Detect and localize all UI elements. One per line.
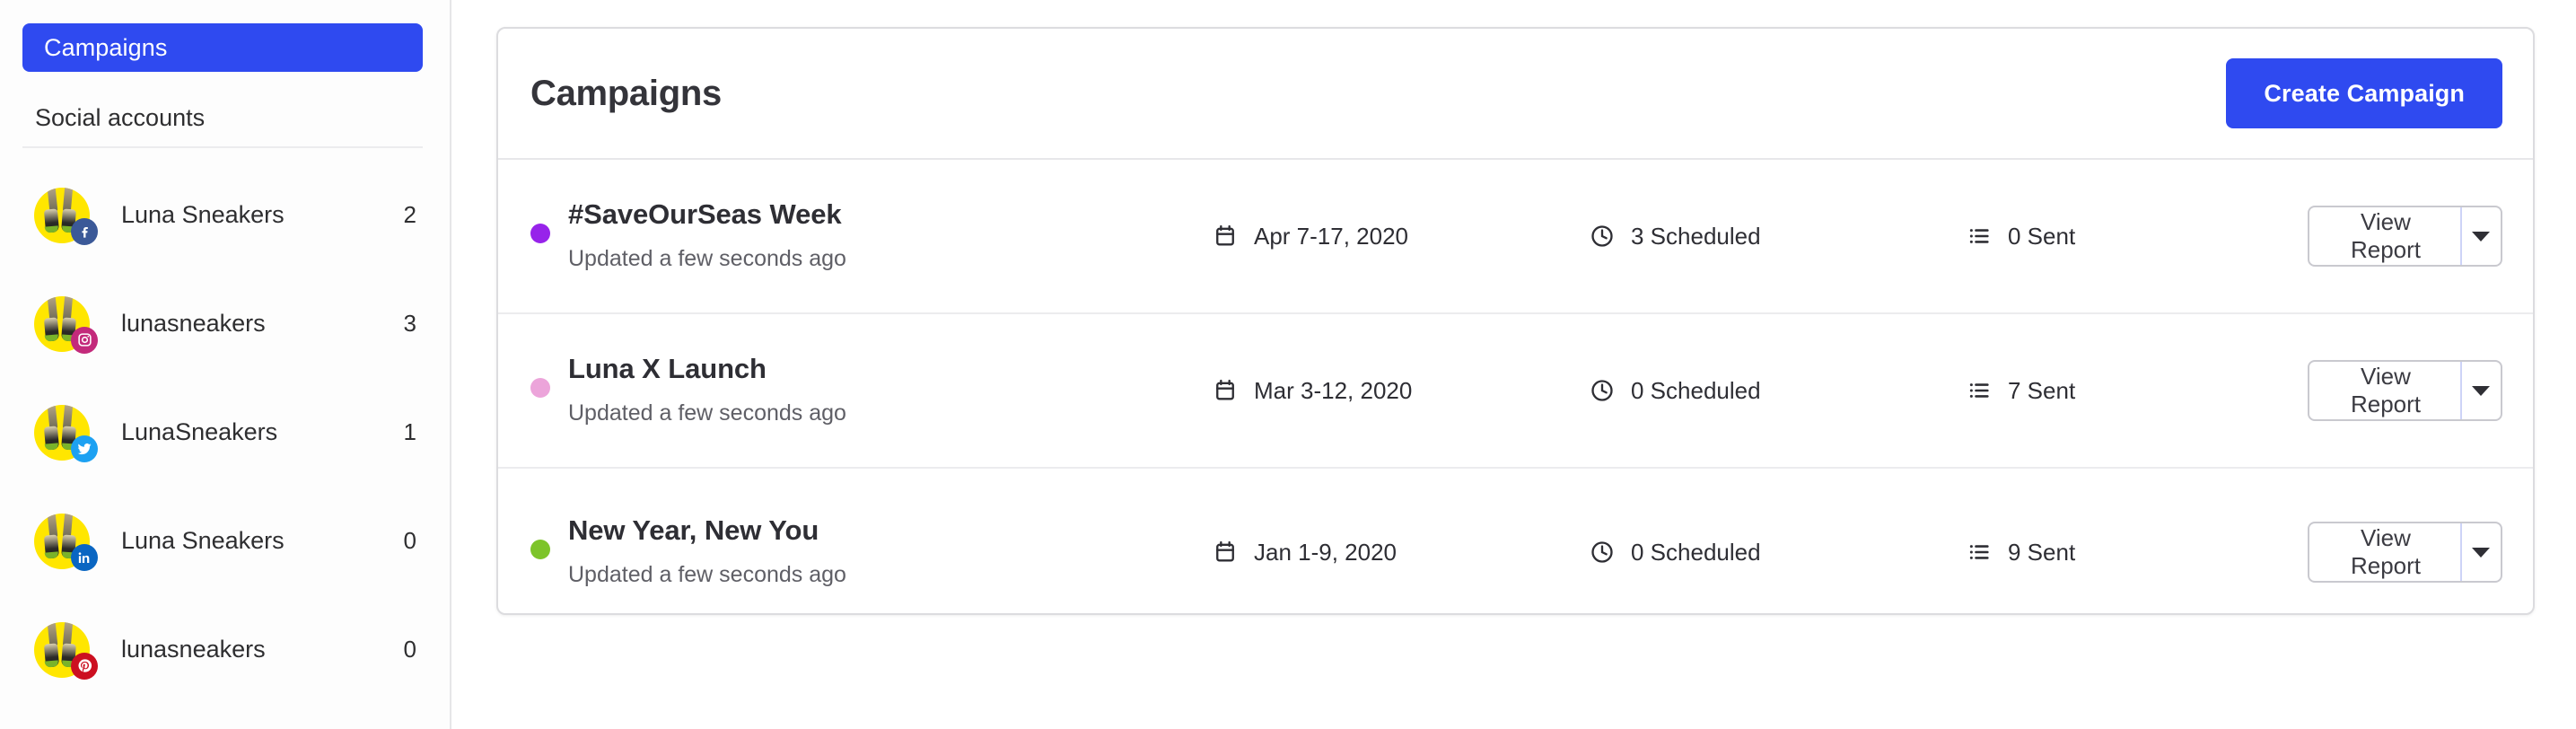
campaign-updated: Updated a few seconds ago xyxy=(568,400,846,426)
campaign-sent: 7 Sent xyxy=(2008,376,2076,404)
campaign-title-cell: Luna X Launch Updated a few seconds ago xyxy=(530,355,1213,426)
chevron-down-icon xyxy=(2472,385,2491,396)
clock-icon xyxy=(1590,540,1615,565)
campaign-scheduled: 0 Scheduled xyxy=(1631,376,1761,404)
campaign-date: Mar 3-12, 2020 xyxy=(1254,376,1413,404)
account-count: 2 xyxy=(403,201,416,228)
campaign-scheduled-cell: 0 Scheduled xyxy=(1590,377,1967,405)
campaign-sent: 9 Sent xyxy=(2008,538,2076,566)
sidebar-divider xyxy=(22,146,423,148)
account-name: Luna Sneakers xyxy=(121,527,285,554)
list-item[interactable]: LunaSneakers 1 xyxy=(0,378,451,487)
list-icon xyxy=(1967,224,1992,249)
sidebar-item-label: Campaigns xyxy=(44,33,168,61)
app-root: Campaigns Social accounts Luna Sneakers xyxy=(0,0,2576,729)
list-item[interactable]: Luna Sneakers 0 xyxy=(0,487,451,595)
campaign-date-cell: Mar 3-12, 2020 xyxy=(1213,377,1590,405)
list-item[interactable]: lunasneakers 3 xyxy=(0,269,451,378)
status-badge xyxy=(530,540,550,559)
campaigns-list: #SaveOurSeas Week Updated a few seconds … xyxy=(498,160,2533,613)
campaign-name: New Year, New You xyxy=(568,514,819,546)
campaign-scheduled-cell: 0 Scheduled xyxy=(1590,539,1967,567)
list-icon xyxy=(1967,540,1992,565)
view-report-group: View Report xyxy=(2308,522,2502,583)
calendar-icon xyxy=(1213,378,1238,403)
avatar xyxy=(34,404,98,462)
main-content: Campaigns Create Campaign #SaveOurSeas W… xyxy=(451,0,2576,729)
pinterest-icon xyxy=(71,652,98,680)
campaign-scheduled: 3 Scheduled xyxy=(1631,222,1761,250)
calendar-icon xyxy=(1213,540,1238,565)
sidebar-section-title: Social accounts xyxy=(35,104,206,131)
table-row[interactable]: Luna X Launch Updated a few seconds ago … xyxy=(498,314,2533,469)
campaign-updated: Updated a few seconds ago xyxy=(568,246,846,271)
view-report-dropdown-button[interactable] xyxy=(2462,207,2501,265)
campaign-date: Apr 7-17, 2020 xyxy=(1254,222,1409,250)
clock-icon xyxy=(1590,378,1615,403)
view-report-dropdown-button[interactable] xyxy=(2462,523,2501,581)
linkedin-icon xyxy=(71,543,98,571)
account-name: lunasneakers xyxy=(121,636,266,663)
list-item[interactable]: lunasneakers 0 xyxy=(0,595,451,704)
account-count: 0 xyxy=(403,636,416,663)
sidebar-item-campaigns[interactable]: Campaigns xyxy=(22,23,423,72)
view-report-button[interactable]: View Report xyxy=(2309,207,2462,265)
campaign-sent-cell: 7 Sent xyxy=(1967,377,2308,405)
campaign-sent-cell: 9 Sent xyxy=(1967,539,2308,567)
account-name: lunasneakers xyxy=(121,310,266,337)
campaigns-card: Campaigns Create Campaign #SaveOurSeas W… xyxy=(496,27,2535,615)
table-row[interactable]: #SaveOurSeas Week Updated a few seconds … xyxy=(498,160,2533,314)
status-badge xyxy=(530,378,550,398)
campaign-title-cell: #SaveOurSeas Week Updated a few seconds … xyxy=(530,200,1213,272)
campaign-name: #SaveOurSeas Week xyxy=(568,198,842,230)
avatar xyxy=(34,513,98,571)
card-header: Campaigns Create Campaign xyxy=(498,29,2533,160)
page-title: Campaigns xyxy=(530,73,722,113)
account-count: 3 xyxy=(403,310,416,337)
account-name: LunaSneakers xyxy=(121,418,278,445)
social-accounts-list: Luna Sneakers 2 lunasneakers 3 LunaSneak… xyxy=(0,161,451,704)
table-row[interactable]: New Year, New You Updated a few seconds … xyxy=(498,469,2533,613)
campaign-title-cell: New Year, New You Updated a few seconds … xyxy=(530,516,1213,588)
view-report-button[interactable]: View Report xyxy=(2309,523,2462,581)
account-name: Luna Sneakers xyxy=(121,201,285,228)
create-campaign-button[interactable]: Create Campaign xyxy=(2226,58,2502,128)
status-badge xyxy=(530,224,550,243)
view-report-dropdown-button[interactable] xyxy=(2462,362,2501,419)
view-report-button[interactable]: View Report xyxy=(2309,362,2462,419)
list-item[interactable]: Luna Sneakers 2 xyxy=(0,161,451,269)
twitter-icon xyxy=(71,435,98,462)
campaign-sent-cell: 0 Sent xyxy=(1967,223,2308,250)
sidebar: Campaigns Social accounts Luna Sneakers xyxy=(0,0,451,729)
campaign-date-cell: Jan 1-9, 2020 xyxy=(1213,539,1590,567)
account-count: 0 xyxy=(403,527,416,554)
clock-icon xyxy=(1590,224,1615,249)
calendar-icon xyxy=(1213,224,1238,249)
chevron-down-icon xyxy=(2472,231,2491,242)
avatar xyxy=(34,621,98,680)
campaign-scheduled: 0 Scheduled xyxy=(1631,538,1761,566)
campaign-name: Luna X Launch xyxy=(568,353,767,384)
list-icon xyxy=(1967,378,1992,403)
campaign-date-cell: Apr 7-17, 2020 xyxy=(1213,223,1590,250)
campaign-sent: 0 Sent xyxy=(2008,222,2076,250)
instagram-icon xyxy=(71,326,98,354)
account-count: 1 xyxy=(403,418,416,445)
view-report-group: View Report xyxy=(2308,206,2502,267)
view-report-group: View Report xyxy=(2308,360,2502,421)
campaign-scheduled-cell: 3 Scheduled xyxy=(1590,223,1967,250)
facebook-icon xyxy=(71,217,98,245)
avatar xyxy=(34,295,98,354)
avatar xyxy=(34,187,98,245)
campaign-date: Jan 1-9, 2020 xyxy=(1254,538,1398,566)
chevron-down-icon xyxy=(2472,547,2491,558)
campaign-updated: Updated a few seconds ago xyxy=(568,562,846,587)
